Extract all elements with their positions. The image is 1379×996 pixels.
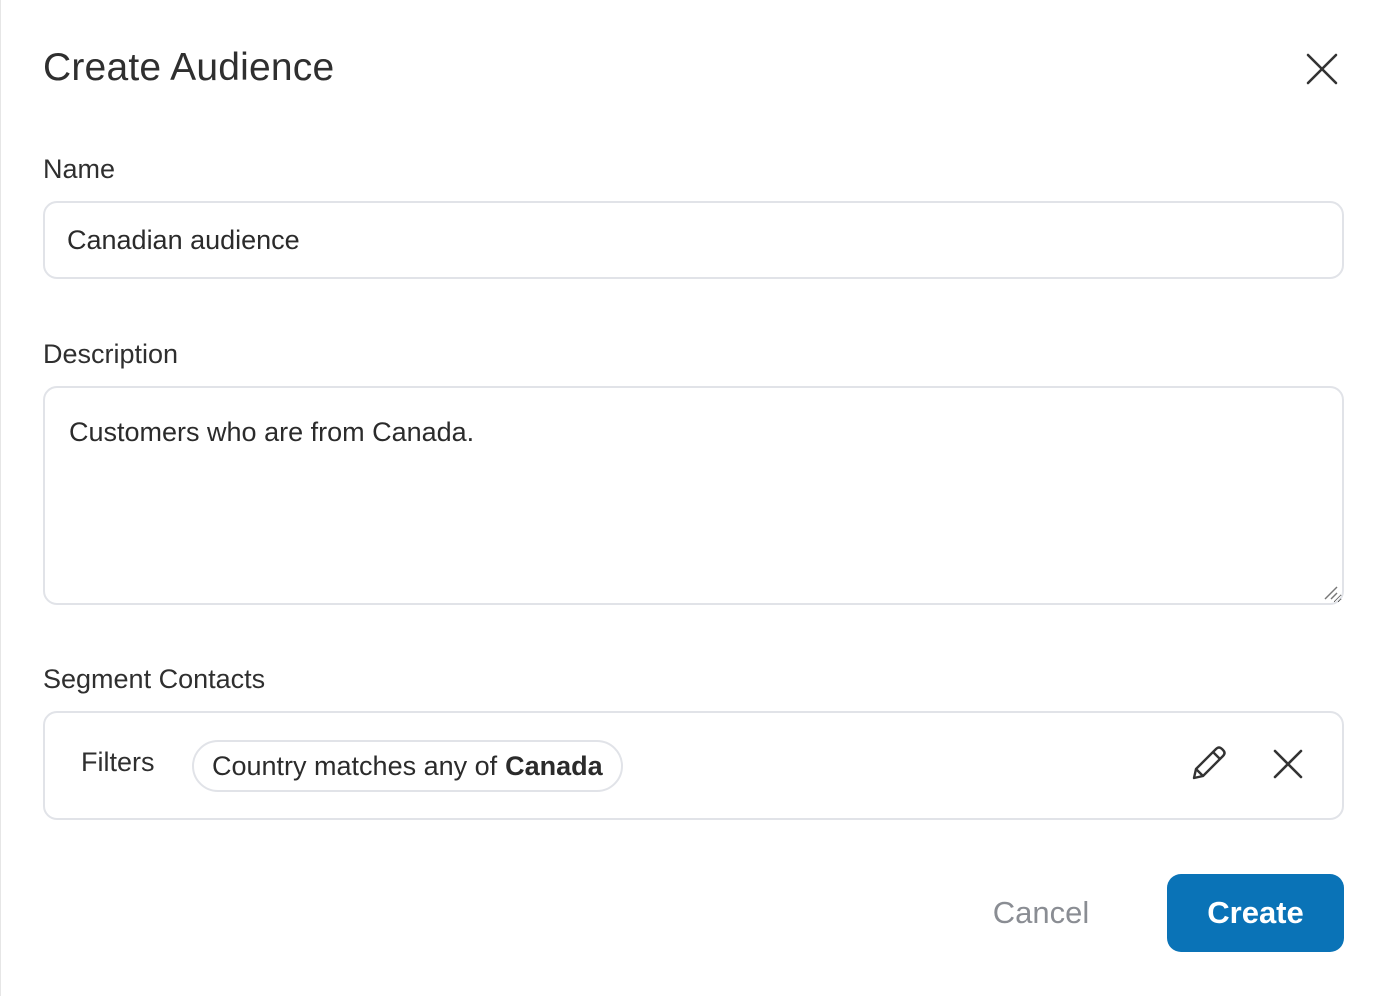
description-textarea[interactable]: Customers who are from Canada.	[43, 386, 1344, 605]
description-label: Description	[43, 339, 179, 369]
edit-filter-button[interactable]	[1183, 739, 1233, 789]
filters-label: Filters	[81, 747, 155, 777]
remove-filter-button[interactable]	[1263, 739, 1313, 789]
cancel-button[interactable]: Cancel	[961, 874, 1121, 952]
close-dialog-button[interactable]	[1299, 46, 1345, 92]
name-input[interactable]	[43, 201, 1344, 279]
close-icon	[1273, 749, 1303, 779]
create-button[interactable]: Create	[1167, 874, 1344, 952]
dialog-title: Create Audience	[43, 46, 335, 89]
filter-chip[interactable]: Country matches any of Canada	[192, 740, 623, 792]
filter-chip-value: Canada	[505, 750, 603, 781]
name-label: Name	[43, 154, 116, 184]
resize-handle-icon[interactable]	[1323, 585, 1339, 601]
filter-chip-condition: Country matches any of	[212, 750, 498, 781]
segment-contacts-box: Filters Country matches any of Canada	[43, 711, 1344, 820]
create-audience-dialog: Create Audience Name Description Custome…	[0, 0, 1379, 996]
close-icon	[1306, 53, 1338, 85]
pencil-icon	[1192, 746, 1226, 780]
segment-contacts-label: Segment Contacts	[43, 664, 266, 694]
